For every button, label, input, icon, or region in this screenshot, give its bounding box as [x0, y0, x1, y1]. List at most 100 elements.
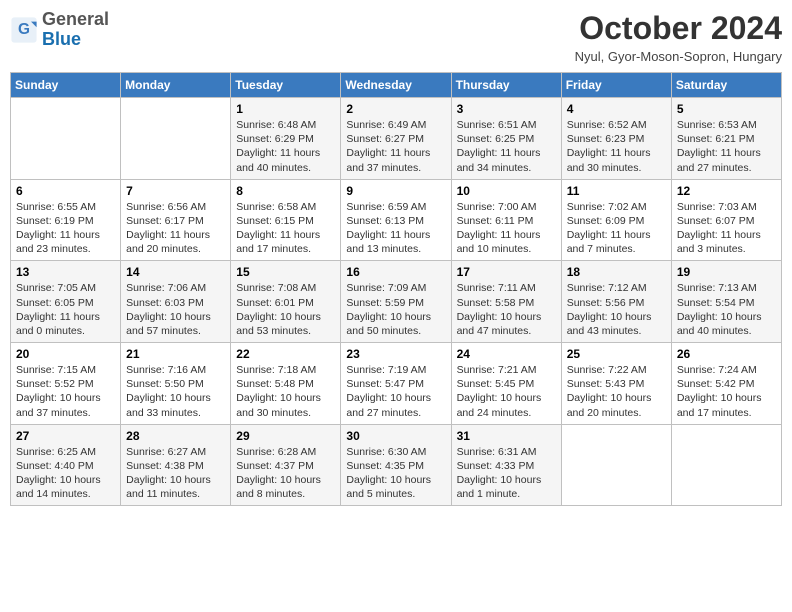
- day-number: 14: [126, 265, 225, 279]
- header-thursday: Thursday: [451, 73, 561, 98]
- logo-icon: G: [10, 16, 38, 44]
- day-number: 2: [346, 102, 445, 116]
- day-data: Sunrise: 6:28 AMSunset: 4:37 PMDaylight:…: [236, 445, 335, 502]
- title-area: October 2024 Nyul, Gyor-Moson-Sopron, Hu…: [575, 10, 782, 64]
- day-cell: 18 Sunrise: 7:12 AMSunset: 5:56 PMDayligh…: [561, 261, 671, 343]
- day-data: Sunrise: 6:31 AMSunset: 4:33 PMDaylight:…: [457, 445, 556, 502]
- day-cell: 10 Sunrise: 7:00 AMSunset: 6:11 PMDayligh…: [451, 179, 561, 261]
- day-number: 5: [677, 102, 776, 116]
- day-cell: 1Sunrise: 6:48 AMSunset: 6:29 PMDaylight…: [231, 98, 341, 180]
- day-data: Sunrise: 7:03 AMSunset: 6:07 PMDaylight:…: [677, 200, 776, 257]
- day-number: 3: [457, 102, 556, 116]
- day-number: 21: [126, 347, 225, 361]
- day-cell: [671, 424, 781, 506]
- header-tuesday: Tuesday: [231, 73, 341, 98]
- page-header: G General Blue October 2024 Nyul, Gyor-M…: [10, 10, 782, 64]
- day-data: Sunrise: 6:55 AMSunset: 6:19 PMDaylight:…: [16, 200, 115, 257]
- day-data: Sunrise: 6:52 AMSunset: 6:23 PMDaylight:…: [567, 118, 666, 175]
- day-cell: 27Sunrise: 6:25 AMSunset: 4:40 PMDayligh…: [11, 424, 121, 506]
- day-cell: 19Sunrise: 7:13 AMSunset: 5:54 PMDayligh…: [671, 261, 781, 343]
- header-wednesday: Wednesday: [341, 73, 451, 98]
- day-data: Sunrise: 6:49 AMSunset: 6:27 PMDaylight:…: [346, 118, 445, 175]
- day-data: Sunrise: 7:09 AMSunset: 5:59 PMDaylight:…: [346, 281, 445, 338]
- day-number: 22: [236, 347, 335, 361]
- week-row-0: 1Sunrise: 6:48 AMSunset: 6:29 PMDaylight…: [11, 98, 782, 180]
- day-cell: 6 Sunrise: 6:55 AMSunset: 6:19 PMDaylight…: [11, 179, 121, 261]
- day-cell: 4Sunrise: 6:52 AMSunset: 6:23 PMDaylight…: [561, 98, 671, 180]
- location: Nyul, Gyor-Moson-Sopron, Hungary: [575, 49, 782, 64]
- day-cell: 30 Sunrise: 6:30 AMSunset: 4:35 PMDayligh…: [341, 424, 451, 506]
- day-number: 29: [236, 429, 335, 443]
- day-number: 23: [346, 347, 445, 361]
- day-number: 25: [567, 347, 666, 361]
- day-data: Sunrise: 6:27 AMSunset: 4:38 PMDaylight:…: [126, 445, 225, 502]
- day-cell: 28 Sunrise: 6:27 AMSunset: 4:38 PMDayligh…: [121, 424, 231, 506]
- day-number: 7: [126, 184, 225, 198]
- day-cell: [121, 98, 231, 180]
- day-cell: 12 Sunrise: 7:03 AMSunset: 6:07 PMDayligh…: [671, 179, 781, 261]
- day-data: Sunrise: 7:24 AMSunset: 5:42 PMDaylight:…: [677, 363, 776, 420]
- header-friday: Friday: [561, 73, 671, 98]
- day-cell: 2 Sunrise: 6:49 AMSunset: 6:27 PMDaylight…: [341, 98, 451, 180]
- day-number: 30: [346, 429, 445, 443]
- day-cell: 23Sunrise: 7:19 AMSunset: 5:47 PMDayligh…: [341, 343, 451, 425]
- logo-text: General Blue: [42, 10, 109, 50]
- week-row-4: 27Sunrise: 6:25 AMSunset: 4:40 PMDayligh…: [11, 424, 782, 506]
- header-sunday: Sunday: [11, 73, 121, 98]
- day-number: 20: [16, 347, 115, 361]
- day-data: Sunrise: 7:05 AMSunset: 6:05 PMDaylight:…: [16, 281, 115, 338]
- week-row-1: 6 Sunrise: 6:55 AMSunset: 6:19 PMDaylight…: [11, 179, 782, 261]
- day-data: Sunrise: 6:48 AMSunset: 6:29 PMDaylight:…: [236, 118, 335, 175]
- header-monday: Monday: [121, 73, 231, 98]
- day-number: 26: [677, 347, 776, 361]
- day-cell: 3 Sunrise: 6:51 AMSunset: 6:25 PMDaylight…: [451, 98, 561, 180]
- month-title: October 2024: [575, 10, 782, 47]
- day-number: 8: [236, 184, 335, 198]
- day-cell: 11Sunrise: 7:02 AMSunset: 6:09 PMDayligh…: [561, 179, 671, 261]
- day-number: 28: [126, 429, 225, 443]
- day-cell: [561, 424, 671, 506]
- day-cell: 7 Sunrise: 6:56 AMSunset: 6:17 PMDaylight…: [121, 179, 231, 261]
- day-number: 19: [677, 265, 776, 279]
- day-data: Sunrise: 7:11 AMSunset: 5:58 PMDaylight:…: [457, 281, 556, 338]
- day-data: Sunrise: 7:16 AMSunset: 5:50 PMDaylight:…: [126, 363, 225, 420]
- day-number: 24: [457, 347, 556, 361]
- day-number: 18: [567, 265, 666, 279]
- day-data: Sunrise: 6:58 AMSunset: 6:15 PMDaylight:…: [236, 200, 335, 257]
- header-row: SundayMondayTuesdayWednesdayThursdayFrid…: [11, 73, 782, 98]
- day-data: Sunrise: 7:08 AMSunset: 6:01 PMDaylight:…: [236, 281, 335, 338]
- day-cell: 16 Sunrise: 7:09 AMSunset: 5:59 PMDayligh…: [341, 261, 451, 343]
- day-number: 6: [16, 184, 115, 198]
- day-cell: 26 Sunrise: 7:24 AMSunset: 5:42 PMDayligh…: [671, 343, 781, 425]
- day-number: 10: [457, 184, 556, 198]
- calendar-body: 1Sunrise: 6:48 AMSunset: 6:29 PMDaylight…: [11, 98, 782, 506]
- day-data: Sunrise: 7:18 AMSunset: 5:48 PMDaylight:…: [236, 363, 335, 420]
- svg-text:G: G: [18, 21, 30, 38]
- logo-blue: Blue: [42, 30, 109, 50]
- day-data: Sunrise: 6:56 AMSunset: 6:17 PMDaylight:…: [126, 200, 225, 257]
- header-saturday: Saturday: [671, 73, 781, 98]
- day-data: Sunrise: 7:22 AMSunset: 5:43 PMDaylight:…: [567, 363, 666, 420]
- day-data: Sunrise: 6:53 AMSunset: 6:21 PMDaylight:…: [677, 118, 776, 175]
- day-cell: 14 Sunrise: 7:06 AMSunset: 6:03 PMDayligh…: [121, 261, 231, 343]
- day-cell: 29 Sunrise: 6:28 AMSunset: 4:37 PMDayligh…: [231, 424, 341, 506]
- day-cell: 31Sunrise: 6:31 AMSunset: 4:33 PMDayligh…: [451, 424, 561, 506]
- day-data: Sunrise: 7:06 AMSunset: 6:03 PMDaylight:…: [126, 281, 225, 338]
- day-cell: [11, 98, 121, 180]
- week-row-3: 20 Sunrise: 7:15 AMSunset: 5:52 PMDayligh…: [11, 343, 782, 425]
- day-data: Sunrise: 6:51 AMSunset: 6:25 PMDaylight:…: [457, 118, 556, 175]
- calendar-table: SundayMondayTuesdayWednesdayThursdayFrid…: [10, 72, 782, 506]
- day-number: 15: [236, 265, 335, 279]
- day-data: Sunrise: 6:30 AMSunset: 4:35 PMDaylight:…: [346, 445, 445, 502]
- day-data: Sunrise: 7:00 AMSunset: 6:11 PMDaylight:…: [457, 200, 556, 257]
- day-data: Sunrise: 7:15 AMSunset: 5:52 PMDaylight:…: [16, 363, 115, 420]
- day-cell: 9Sunrise: 6:59 AMSunset: 6:13 PMDaylight…: [341, 179, 451, 261]
- day-number: 16: [346, 265, 445, 279]
- day-number: 13: [16, 265, 115, 279]
- day-cell: 8 Sunrise: 6:58 AMSunset: 6:15 PMDaylight…: [231, 179, 341, 261]
- day-cell: 13 Sunrise: 7:05 AMSunset: 6:05 PMDayligh…: [11, 261, 121, 343]
- day-number: 12: [677, 184, 776, 198]
- day-cell: 5 Sunrise: 6:53 AMSunset: 6:21 PMDaylight…: [671, 98, 781, 180]
- day-number: 17: [457, 265, 556, 279]
- day-data: Sunrise: 7:12 AMSunset: 5:56 PMDaylight:…: [567, 281, 666, 338]
